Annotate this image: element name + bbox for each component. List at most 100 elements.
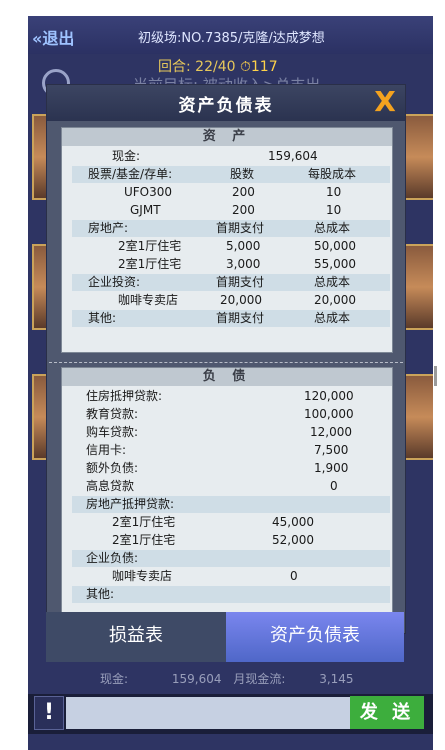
- liability-value: 0: [330, 479, 338, 493]
- down-payment-header: 首期支付: [216, 311, 265, 325]
- bottom-status: 现金: 159,604 月现金流: 3,145: [100, 670, 410, 690]
- chat-bar: ! 发 送: [28, 694, 433, 734]
- total-cost-header: 总成本: [314, 311, 351, 325]
- liability-value: 12,000: [310, 425, 352, 439]
- realestate-total: 55,000: [314, 257, 356, 271]
- cash-row: 现金: 159,604: [72, 148, 390, 165]
- realestate-name: 2室1厅住宅: [118, 257, 182, 271]
- business-name: 咖啡专卖店: [118, 293, 179, 307]
- down-payment-header: 首期支付: [216, 275, 265, 289]
- realestate-name: 2室1厅住宅: [118, 239, 182, 253]
- table-row: UFO300 200 10: [72, 184, 390, 201]
- table-row: 2室1厅住宅 5,000 50,000: [72, 238, 390, 255]
- liability-row: 教育贷款: 100,000: [72, 406, 390, 423]
- bottom-cash-label: 现金:: [100, 672, 129, 686]
- business-down: 20,000: [220, 293, 262, 307]
- cost-header: 每股成本: [308, 167, 357, 181]
- table-row: 2室1厅住宅 52,000: [72, 532, 390, 549]
- mortgage-name: 2室1厅住宅: [112, 515, 176, 529]
- business-total: 20,000: [314, 293, 356, 307]
- other-header-row: 其他: 首期支付 总成本: [72, 310, 390, 327]
- tab-income-statement[interactable]: 损益表: [46, 612, 226, 662]
- other-liability-label: 其他:: [86, 587, 115, 601]
- business-liability-name: 咖啡专卖店: [112, 569, 173, 583]
- mortgage-value: 45,000: [272, 515, 314, 529]
- cash-value: 159,604: [268, 149, 318, 163]
- round-info: 回合: 22/40 ⏱117: [158, 56, 278, 76]
- liabilities-section: 负 债 住房抵押贷款: 120,000 教育贷款: 100,000 购车贷款: …: [61, 367, 393, 617]
- section-divider: [49, 362, 403, 363]
- other-liability-row: 其他:: [72, 586, 390, 603]
- realestate-header-row: 房地产: 首期支付 总成本: [72, 220, 390, 237]
- table-row: 咖啡专卖店 20,000 20,000: [72, 292, 390, 309]
- business-liability-header-row: 企业负债:: [72, 550, 390, 567]
- bottom-monthly-value: 3,145: [319, 672, 354, 686]
- liability-row: 额外负债: 1,900: [72, 460, 390, 477]
- liability-value: 1,900: [314, 461, 349, 475]
- assets-header: 资 产: [62, 128, 392, 146]
- table-row: 2室1厅住宅 45,000: [72, 514, 390, 531]
- liability-label: 信用卡:: [86, 443, 127, 457]
- balance-sheet-dialog: 资产负债表 X 资 产 现金: 159,604 股票/基金/存单: 股数 每股成…: [46, 84, 406, 634]
- liability-row: 住房抵押贷款: 120,000: [72, 388, 390, 405]
- dialog-header: 资产负债表 X: [47, 85, 405, 121]
- business-header-label: 企业投资:: [88, 275, 141, 289]
- liability-label: 教育贷款:: [86, 407, 139, 421]
- stock-cost: 10: [326, 203, 342, 217]
- bottom-monthly-label: 月现金流:: [233, 672, 286, 686]
- mortgage-value: 52,000: [272, 533, 314, 547]
- mortgage-header-row: 房地产抵押贷款:: [72, 496, 390, 513]
- timer-label: ⏱117: [239, 59, 278, 75]
- liability-value: 120,000: [304, 389, 354, 403]
- room-label: 初级场:NO.7385/克隆/达成梦想: [138, 31, 325, 46]
- stocks-header-label: 股票/基金/存单:: [88, 167, 173, 181]
- close-button[interactable]: X: [369, 87, 401, 117]
- stock-shares: 200: [232, 185, 255, 199]
- realestate-down: 5,000: [226, 239, 261, 253]
- business-header-row: 企业投资: 首期支付 总成本: [72, 274, 390, 291]
- stock-cost: 10: [326, 185, 342, 199]
- realestate-header-label: 房地产:: [88, 221, 129, 235]
- business-liability-value: 0: [290, 569, 298, 583]
- liability-row: 高息贷款 0: [72, 478, 390, 495]
- total-cost-header: 总成本: [314, 275, 351, 289]
- bottom-cash-value: 159,604: [171, 672, 222, 686]
- liability-row: 购车贷款: 12,000: [72, 424, 390, 441]
- stock-name: UFO300: [124, 185, 173, 199]
- liability-label: 购车贷款:: [86, 425, 139, 439]
- report-tabs: 损益表 资产负债表: [46, 612, 404, 662]
- report-button[interactable]: !: [34, 696, 64, 730]
- realestate-down: 3,000: [226, 257, 261, 271]
- assets-section: 资 产 现金: 159,604 股票/基金/存单: 股数 每股成本 UFO300…: [61, 127, 393, 353]
- top-bar: «退出 初级场:NO.7385/克隆/达成梦想: [28, 16, 433, 54]
- send-button[interactable]: 发 送: [350, 696, 424, 729]
- liabilities-header: 负 债: [62, 368, 392, 386]
- realestate-total: 50,000: [314, 239, 356, 253]
- stock-name: GJMT: [130, 203, 161, 217]
- liability-label: 住房抵押贷款:: [86, 389, 163, 403]
- tab-balance-sheet[interactable]: 资产负债表: [226, 612, 404, 662]
- dialog-title: 资产负债表: [178, 96, 274, 116]
- stocks-header-row: 股票/基金/存单: 股数 每股成本: [72, 166, 390, 183]
- shares-header: 股数: [230, 167, 255, 181]
- table-row: 咖啡专卖店 0: [72, 568, 390, 585]
- cash-label: 现金:: [112, 149, 141, 163]
- other-header-label: 其他:: [88, 311, 117, 325]
- table-row: GJMT 200 10: [72, 202, 390, 219]
- liability-row: 信用卡: 7,500: [72, 442, 390, 459]
- liability-value: 7,500: [314, 443, 349, 457]
- table-row: 2室1厅住宅 3,000 55,000: [72, 256, 390, 273]
- down-payment-header: 首期支付: [216, 221, 265, 235]
- total-cost-header: 总成本: [314, 221, 351, 235]
- mortgage-name: 2室1厅住宅: [112, 533, 176, 547]
- scroll-handle[interactable]: [434, 366, 437, 386]
- business-liability-label: 企业负债:: [86, 551, 139, 565]
- back-button[interactable]: «退出: [32, 25, 74, 49]
- stock-shares: 200: [232, 203, 255, 217]
- round-label: 回合: 22/40: [158, 59, 236, 75]
- mortgage-header-label: 房地产抵押贷款:: [86, 497, 175, 511]
- liability-value: 100,000: [304, 407, 354, 421]
- liability-label: 额外负债:: [86, 461, 139, 475]
- chat-input[interactable]: [66, 697, 350, 729]
- liability-label: 高息贷款: [86, 479, 135, 493]
